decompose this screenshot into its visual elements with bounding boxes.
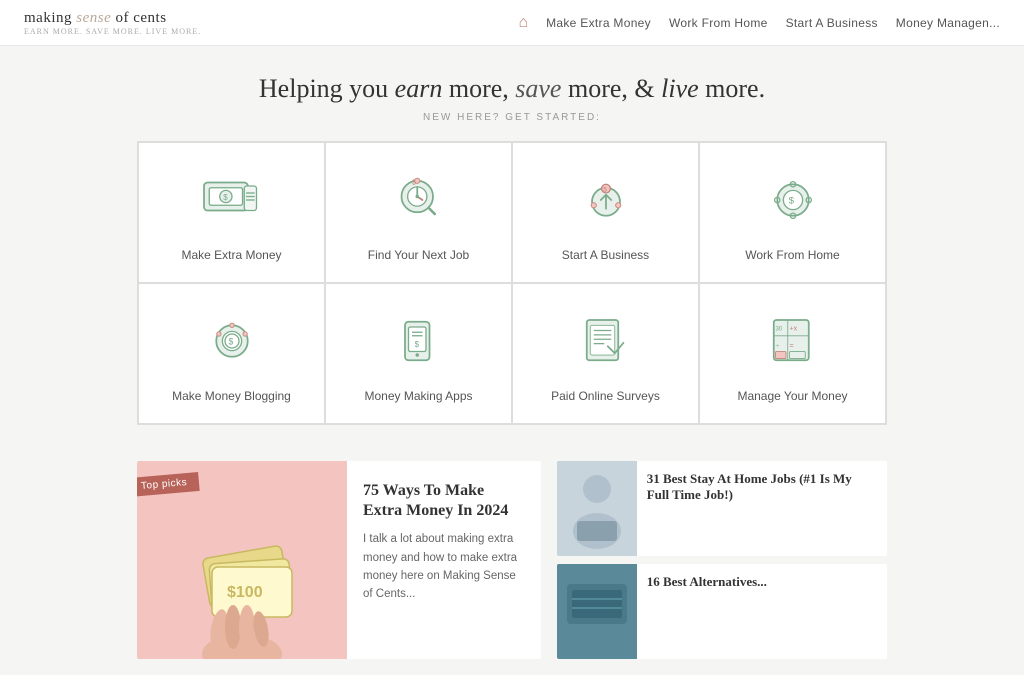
nav-money-management[interactable]: Money Managen... [896, 16, 1000, 30]
main-nav: ⌂ Make Extra Money Work From Home Start … [519, 14, 1001, 32]
grid-label-start-business: Start A Business [562, 247, 649, 264]
grid-item-make-money-blogging[interactable]: $ Make Money Blogging [139, 284, 324, 423]
hero-headline: Helping you earn more, save more, & live… [20, 74, 1004, 104]
job-icon: $ [384, 165, 454, 235]
headline-mid: more, [442, 74, 515, 103]
svg-text:30: 30 [775, 325, 782, 332]
grid-item-paid-surveys[interactable]: Paid Online Surveys [513, 284, 698, 423]
top-picks-badge: Top picks [137, 472, 200, 497]
headline-start: Helping you [259, 74, 395, 103]
svg-text:$: $ [223, 193, 228, 202]
article-title[interactable]: 75 Ways To Make Extra Money In 2024 [363, 481, 525, 523]
headline-end: more. [699, 74, 765, 103]
svg-text:$: $ [414, 340, 419, 349]
headline-earn: earn [395, 74, 443, 103]
grid-label-make-extra-money: Make Extra Money [181, 247, 281, 264]
home-icon[interactable]: ⌂ [519, 14, 529, 32]
side-card-title-1[interactable]: 31 Best Stay At Home Jobs (#1 Is My Full… [647, 471, 877, 505]
logo-subtitle: earn more. save more. live more. [24, 27, 201, 36]
home-work-icon: $ [758, 165, 828, 235]
side-card-content-2: 16 Best Alternatives... [637, 564, 887, 659]
svg-text:÷: ÷ [775, 343, 779, 350]
side-cards: 31 Best Stay At Home Jobs (#1 Is My Full… [557, 461, 887, 659]
category-grid-section: $ Make Extra Money $ Find Your Next Job [117, 141, 907, 445]
svg-text:$: $ [788, 196, 794, 207]
logo-title: making sense of cents [24, 10, 201, 27]
grid-item-money-apps[interactable]: $ Money Making Apps [326, 284, 511, 423]
nav-work-from-home[interactable]: Work From Home [669, 16, 768, 30]
money-illustration: $100 [137, 499, 347, 659]
svg-text:$100: $100 [227, 584, 263, 601]
grid-label-work-from-home: Work From Home [745, 247, 839, 264]
logo[interactable]: making sense of cents earn more. save mo… [24, 10, 201, 36]
grid-item-start-business[interactable]: $ Start A Business [513, 143, 698, 282]
alternatives-image [557, 564, 637, 654]
surveys-icon [571, 306, 641, 376]
side-card-title-2[interactable]: 16 Best Alternatives... [647, 574, 877, 591]
side-card-content-1: 31 Best Stay At Home Jobs (#1 Is My Full… [637, 461, 887, 556]
headline-mid2: more, & [561, 74, 661, 103]
grid-label-make-money-blogging: Make Money Blogging [172, 388, 291, 405]
apps-icon: $ [384, 306, 454, 376]
grid-item-manage-money[interactable]: 30 +x ÷ = Manage Your Money [700, 284, 885, 423]
article-image-container: Top picks $100 [137, 461, 347, 659]
grid-item-find-next-job[interactable]: $ Find Your Next Job [326, 143, 511, 282]
side-card-image-1 [557, 461, 637, 556]
grid-label-find-next-job: Find Your Next Job [368, 247, 469, 264]
grid-label-manage-money: Manage Your Money [737, 388, 847, 405]
article-content: 75 Ways To Make Extra Money In 2024 I ta… [347, 461, 541, 659]
hero-subtitle: NEW HERE? GET STARTED: [20, 112, 1004, 123]
svg-text:$: $ [603, 186, 607, 193]
hero-section: Helping you earn more, save more, & live… [0, 46, 1024, 141]
grid-label-money-apps: Money Making Apps [364, 388, 472, 405]
side-card-1[interactable]: 31 Best Stay At Home Jobs (#1 Is My Full… [557, 461, 887, 556]
blog-icon: $ [197, 306, 267, 376]
logo-italic: sense [76, 10, 111, 26]
grid-label-paid-surveys: Paid Online Surveys [551, 388, 660, 405]
side-card-image-2 [557, 564, 637, 659]
article-excerpt: I talk a lot about making extra money an… [363, 530, 525, 604]
headline-save: save [515, 74, 561, 103]
nav-start-a-business[interactable]: Start A Business [786, 16, 878, 30]
category-grid: $ Make Extra Money $ Find Your Next Job [137, 141, 887, 425]
svg-text:$: $ [228, 336, 233, 346]
business-icon: $ [571, 165, 641, 235]
money-icon: $ [197, 165, 267, 235]
headline-live: live [661, 74, 699, 103]
manage-icon: 30 +x ÷ = [758, 306, 828, 376]
main-article-card: Top picks $100 75 Ways To Make Extra Mon… [137, 461, 541, 659]
site-header: making sense of cents earn more. save mo… [0, 0, 1024, 46]
stay-home-jobs-image [557, 461, 637, 551]
nav-make-extra-money[interactable]: Make Extra Money [546, 16, 651, 30]
side-card-2[interactable]: 16 Best Alternatives... [557, 564, 887, 659]
grid-item-work-from-home[interactable]: $ Work From Home [700, 143, 885, 282]
grid-item-make-extra-money[interactable]: $ Make Extra Money [139, 143, 324, 282]
bottom-articles: Top picks $100 75 Ways To Make Extra Mon… [117, 445, 907, 675]
svg-text:=: = [789, 343, 793, 350]
svg-text:+x: +x [789, 325, 797, 332]
